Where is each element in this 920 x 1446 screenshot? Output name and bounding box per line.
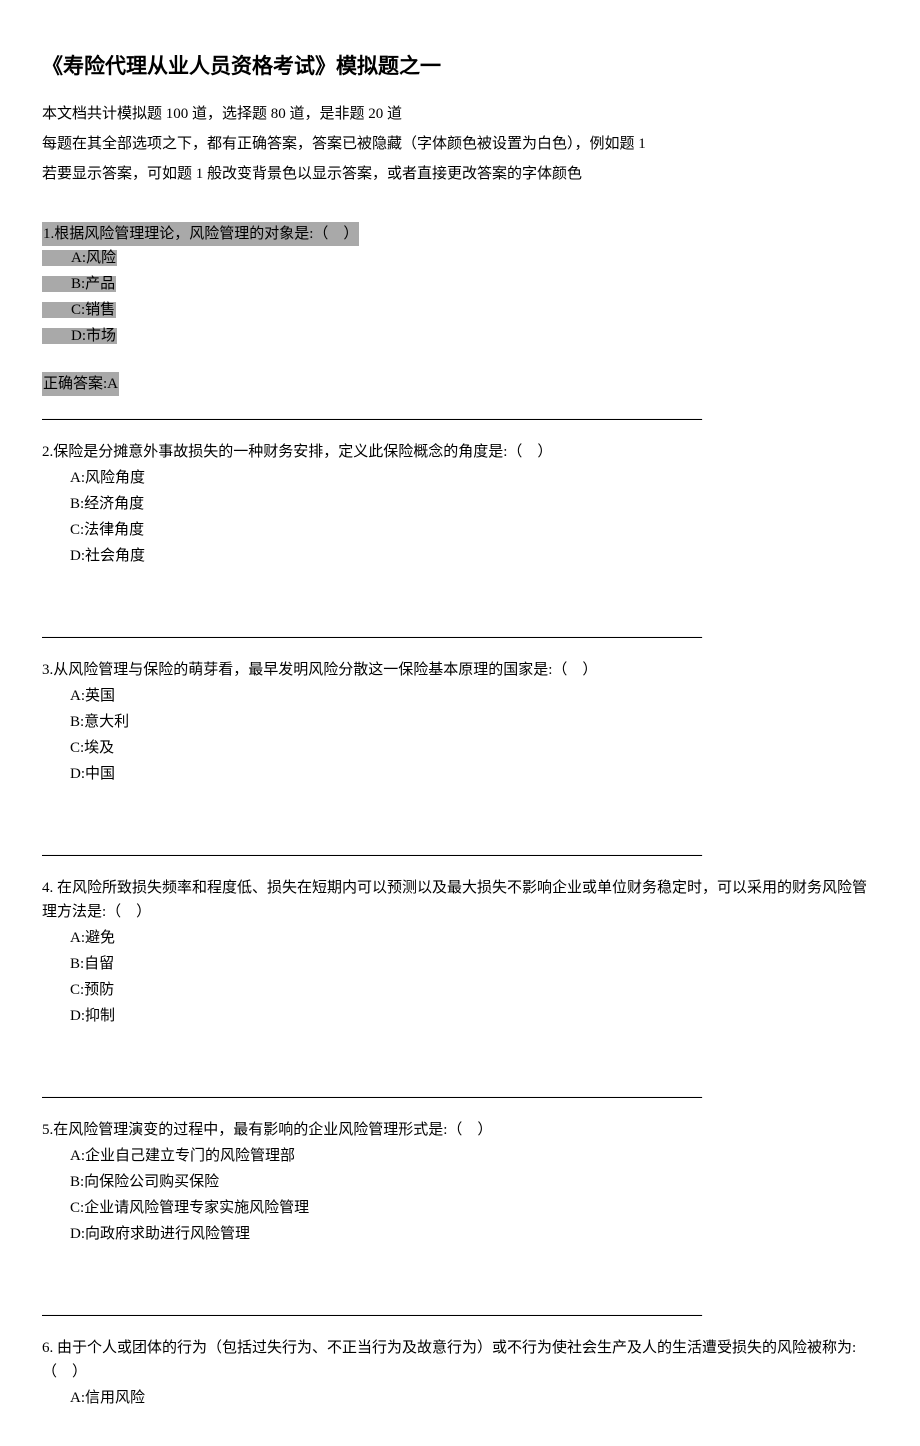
question-5: 5.在风险管理演变的过程中，最有影响的企业风险管理形式是:（ ） A:企业自己建… (42, 1118, 878, 1246)
question-6-text: 6. 由于个人或团体的行为（包括过失行为、不正当行为及故意行为）或不行为使社会生… (42, 1336, 878, 1384)
question-4: 4. 在风险所致损失频率和程度低、损失在短期内可以预测以及最大损失不影响企业或单… (42, 876, 878, 1028)
question-2-option-a: A:风险角度 (42, 466, 878, 490)
question-5-option-a: A:企业自己建立专门的风险管理部 (42, 1144, 878, 1168)
page-title: 《寿险代理从业人员资格考试》模拟题之一 (42, 50, 878, 84)
question-4-option-d: D:抑制 (42, 1004, 878, 1028)
question-4-text: 4. 在风险所致损失频率和程度低、损失在短期内可以预测以及最大损失不影响企业或单… (42, 876, 878, 924)
question-4-option-a: A:避免 (42, 926, 878, 950)
question-5-option-d: D:向政府求助进行风险管理 (42, 1222, 878, 1246)
divider: ________________________________________… (42, 1080, 878, 1104)
question-5-option-b: B:向保险公司购买保险 (42, 1170, 878, 1194)
question-5-text: 5.在风险管理演变的过程中，最有影响的企业风险管理形式是:（ ） (42, 1118, 878, 1142)
question-1-text: 1.根据风险管理理论，风险管理的对象是:（ ） (42, 226, 359, 242)
question-3-option-b: B:意大利 (42, 710, 878, 734)
question-1-option-c: C:销售 (42, 298, 878, 322)
question-4-option-b: B:自留 (42, 952, 878, 976)
question-2-text: 2.保险是分摊意外事故损失的一种财务安排，定义此保险概念的角度是:（ ） (42, 440, 878, 464)
question-2-option-d: D:社会角度 (42, 544, 878, 568)
divider: ________________________________________… (42, 402, 878, 426)
question-1-option-d: D:市场 (42, 324, 878, 348)
divider: ________________________________________… (42, 838, 878, 862)
question-1-option-a: A:风险 (42, 246, 878, 270)
question-2: 2.保险是分摊意外事故损失的一种财务安排，定义此保险概念的角度是:（ ） A:风… (42, 440, 878, 568)
question-1-option-b: B:产品 (42, 272, 878, 296)
question-2-option-b: B:经济角度 (42, 492, 878, 516)
question-1: 1.根据风险管理理论，风险管理的对象是:（ ） A:风险 B:产品 C:销售 D… (42, 222, 878, 396)
question-6: 6. 由于个人或团体的行为（包括过失行为、不正当行为及故意行为）或不行为使社会生… (42, 1336, 878, 1410)
divider: ________________________________________… (42, 1298, 878, 1322)
question-3-text: 3.从风险管理与保险的萌芽看，最早发明风险分散这一保险基本原理的国家是:（ ） (42, 658, 878, 682)
question-3: 3.从风险管理与保险的萌芽看，最早发明风险分散这一保险基本原理的国家是:（ ） … (42, 658, 878, 786)
question-3-option-c: C:埃及 (42, 736, 878, 760)
divider: ________________________________________… (42, 620, 878, 644)
question-3-option-d: D:中国 (42, 762, 878, 786)
intro-line-3: 若要显示答案，可如题 1 般改变背景色以显示答案，或者直接更改答案的字体颜色 (42, 162, 878, 186)
question-3-option-a: A:英国 (42, 684, 878, 708)
question-1-answer: 正确答案:A (42, 372, 878, 396)
question-5-option-c: C:企业请风险管理专家实施风险管理 (42, 1196, 878, 1220)
intro-line-2: 每题在其全部选项之下，都有正确答案，答案已被隐藏（字体颜色被设置为白色），例如题… (42, 132, 878, 156)
intro-line-1: 本文档共计模拟题 100 道，选择题 80 道，是非题 20 道 (42, 102, 878, 126)
intro-block: 本文档共计模拟题 100 道，选择题 80 道，是非题 20 道 每题在其全部选… (42, 102, 878, 186)
question-4-option-c: C:预防 (42, 978, 878, 1002)
question-2-option-c: C:法律角度 (42, 518, 878, 542)
question-6-option-a: A:信用风险 (42, 1386, 878, 1410)
